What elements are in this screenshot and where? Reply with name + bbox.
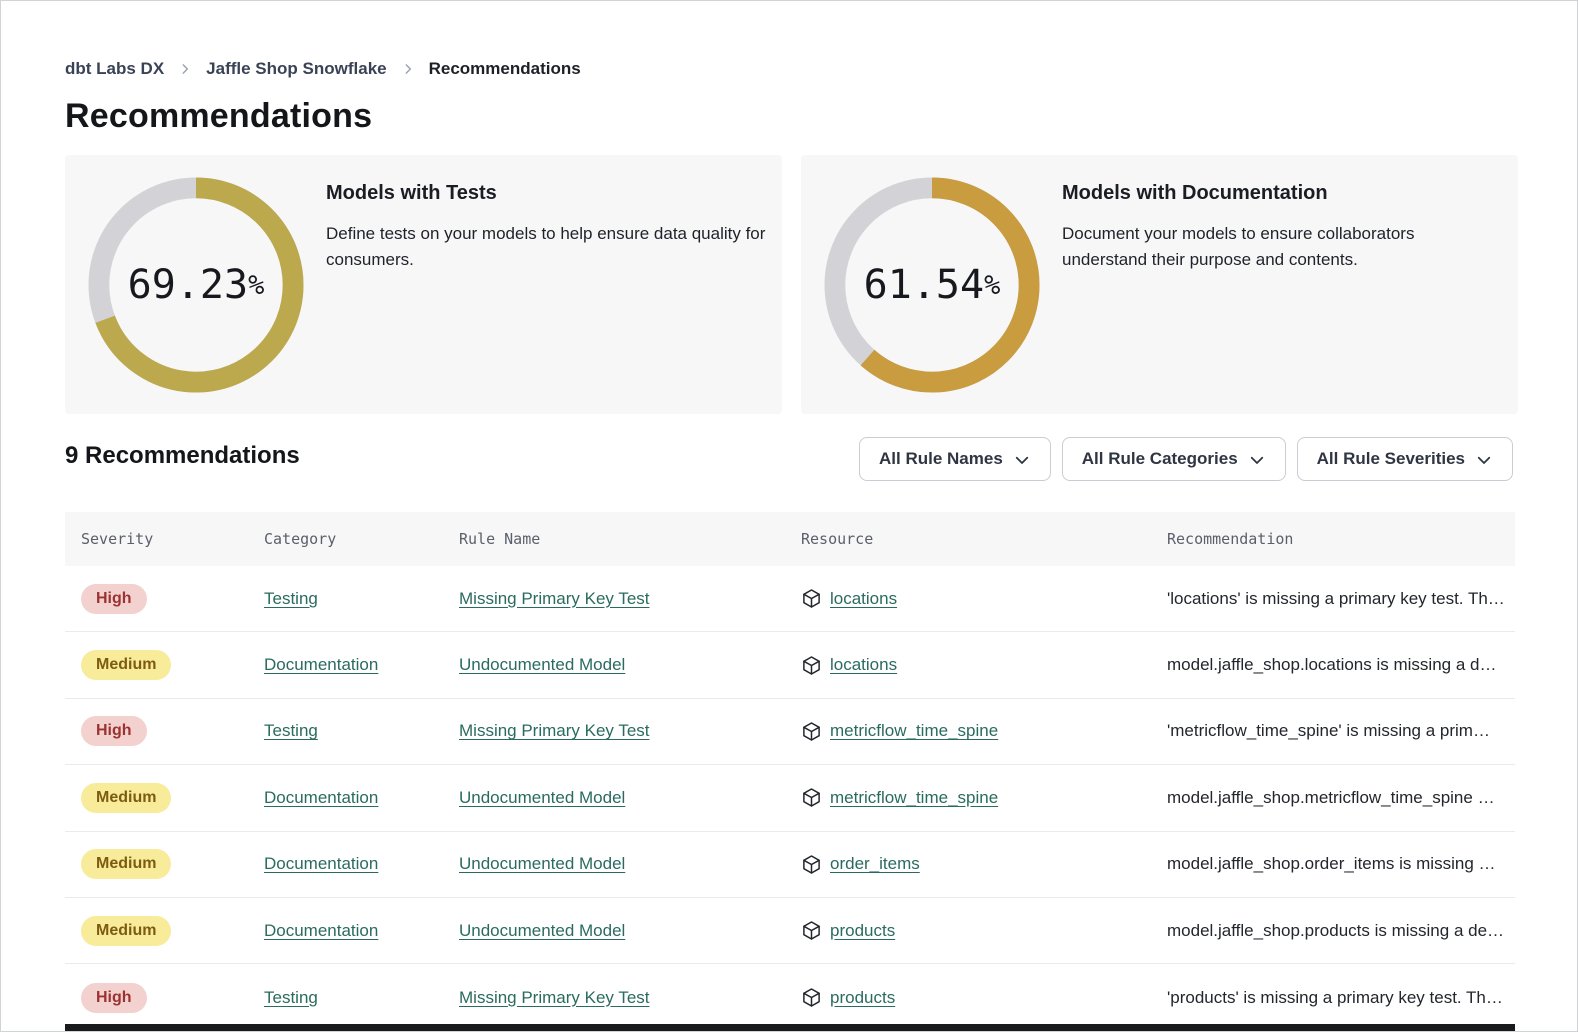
category-link[interactable]: Documentation [264, 655, 378, 675]
resource-link[interactable]: locations [830, 589, 897, 609]
rule-names-filter-dropdown[interactable]: All Rule Names [859, 437, 1051, 481]
column-header-category: Category [264, 530, 459, 548]
model-cube-icon [801, 721, 822, 742]
table-row: High Testing Missing Primary Key Test lo… [65, 566, 1515, 632]
tests-percent-value: 69.23 [128, 262, 248, 308]
filter-label: All Rule Names [879, 449, 1003, 469]
recommendation-text: model.jaffle_shop.products is missing a … [1167, 921, 1515, 941]
filter-bar: All Rule Names All Rule Categories All R… [859, 437, 1513, 481]
resource-link[interactable]: products [830, 921, 895, 941]
models-with-documentation-card: 61.54% Models with Documentation Documen… [801, 155, 1518, 414]
severity-badge: High [81, 983, 147, 1013]
table-row: Medium Documentation Undocumented Model … [65, 832, 1515, 898]
model-cube-icon [801, 987, 822, 1008]
severity-badge: High [81, 716, 147, 746]
severity-badge: Medium [81, 916, 171, 946]
recommendation-text: 'metricflow_time_spine' is missing a pri… [1167, 721, 1515, 741]
severity-badge: High [81, 584, 147, 614]
rule-name-link[interactable]: Missing Primary Key Test [459, 721, 650, 741]
card-title: Models with Tests [326, 182, 782, 205]
recommendation-text: 'products' is missing a primary key test… [1167, 988, 1515, 1008]
recommendation-text: model.jaffle_shop.order_items is missing… [1167, 854, 1515, 874]
rule-name-link[interactable]: Undocumented Model [459, 854, 625, 874]
resource-link[interactable]: metricflow_time_spine [830, 721, 998, 741]
table-row: High Testing Missing Primary Key Test pr… [65, 964, 1515, 1030]
recommendation-text: 'locations' is missing a primary key tes… [1167, 589, 1515, 609]
docs-percent-value: 61.54 [864, 262, 984, 308]
table-row: Medium Documentation Undocumented Model … [65, 898, 1515, 964]
rule-name-link[interactable]: Undocumented Model [459, 655, 625, 675]
table-header-row: Severity Category Rule Name Resource Rec… [65, 512, 1515, 566]
card-description: Document your models to ensure collabora… [1062, 221, 1482, 274]
chevron-down-icon [1013, 451, 1031, 469]
breadcrumb: dbt Labs DX Jaffle Shop Snowflake Recomm… [65, 59, 581, 79]
card-title: Models with Documentation [1062, 182, 1482, 205]
resource-link[interactable]: order_items [830, 854, 920, 874]
models-with-tests-card: 69.23% Models with Tests Define tests on… [65, 155, 782, 414]
column-header-recommendation: Recommendation [1167, 530, 1515, 548]
model-cube-icon [801, 787, 822, 808]
filter-label: All Rule Categories [1082, 449, 1238, 469]
severity-badge: Medium [81, 650, 171, 680]
page-title: Recommendations [65, 97, 372, 136]
percent-sign: % [984, 270, 1000, 301]
rule-name-link[interactable]: Undocumented Model [459, 921, 625, 941]
breadcrumb-item-recommendations: Recommendations [429, 59, 581, 79]
percent-sign: % [248, 270, 264, 301]
resource-link[interactable]: products [830, 988, 895, 1008]
recommendation-text: model.jaffle_shop.metricflow_time_spine … [1167, 788, 1515, 808]
table-row: Medium Documentation Undocumented Model … [65, 632, 1515, 698]
filter-label: All Rule Severities [1317, 449, 1465, 469]
chevron-down-icon [1248, 451, 1266, 469]
category-link[interactable]: Documentation [264, 788, 378, 808]
resource-link[interactable]: locations [830, 655, 897, 675]
model-cube-icon [801, 854, 822, 875]
rule-name-link[interactable]: Missing Primary Key Test [459, 988, 650, 1008]
category-link[interactable]: Documentation [264, 854, 378, 874]
category-link[interactable]: Documentation [264, 921, 378, 941]
model-cube-icon [801, 655, 822, 676]
tests-donut-chart: 69.23% [87, 176, 305, 394]
category-link[interactable]: Testing [264, 589, 318, 609]
category-link[interactable]: Testing [264, 988, 318, 1008]
breadcrumb-item-jaffle-shop-snowflake[interactable]: Jaffle Shop Snowflake [206, 59, 386, 79]
rule-name-link[interactable]: Undocumented Model [459, 788, 625, 808]
column-header-severity: Severity [81, 530, 264, 548]
docs-donut-chart: 61.54% [823, 176, 1041, 394]
table-row: Medium Documentation Undocumented Model … [65, 765, 1515, 831]
chevron-right-icon [178, 62, 192, 76]
chevron-down-icon [1475, 451, 1493, 469]
recommendations-count-header: 9 Recommendations [65, 442, 300, 470]
model-cube-icon [801, 920, 822, 941]
partially-visible-bottom-bar [65, 1024, 1515, 1031]
card-description: Define tests on your models to help ensu… [326, 221, 782, 274]
model-cube-icon [801, 588, 822, 609]
rule-categories-filter-dropdown[interactable]: All Rule Categories [1062, 437, 1286, 481]
severity-badge: Medium [81, 783, 171, 813]
resource-link[interactable]: metricflow_time_spine [830, 788, 998, 808]
rule-name-link[interactable]: Missing Primary Key Test [459, 589, 650, 609]
severity-badge: Medium [81, 849, 171, 879]
column-header-rule-name: Rule Name [459, 530, 801, 548]
table-row: High Testing Missing Primary Key Test me… [65, 699, 1515, 765]
rule-severities-filter-dropdown[interactable]: All Rule Severities [1297, 437, 1513, 481]
category-link[interactable]: Testing [264, 721, 318, 741]
recommendations-page: dbt Labs DX Jaffle Shop Snowflake Recomm… [0, 0, 1578, 1032]
recommendation-text: model.jaffle_shop.locations is missing a… [1167, 655, 1515, 675]
column-header-resource: Resource [801, 530, 1167, 548]
chevron-right-icon [401, 62, 415, 76]
recommendations-table: Severity Category Rule Name Resource Rec… [65, 512, 1515, 1031]
breadcrumb-item-dbt-labs-dx[interactable]: dbt Labs DX [65, 59, 164, 79]
